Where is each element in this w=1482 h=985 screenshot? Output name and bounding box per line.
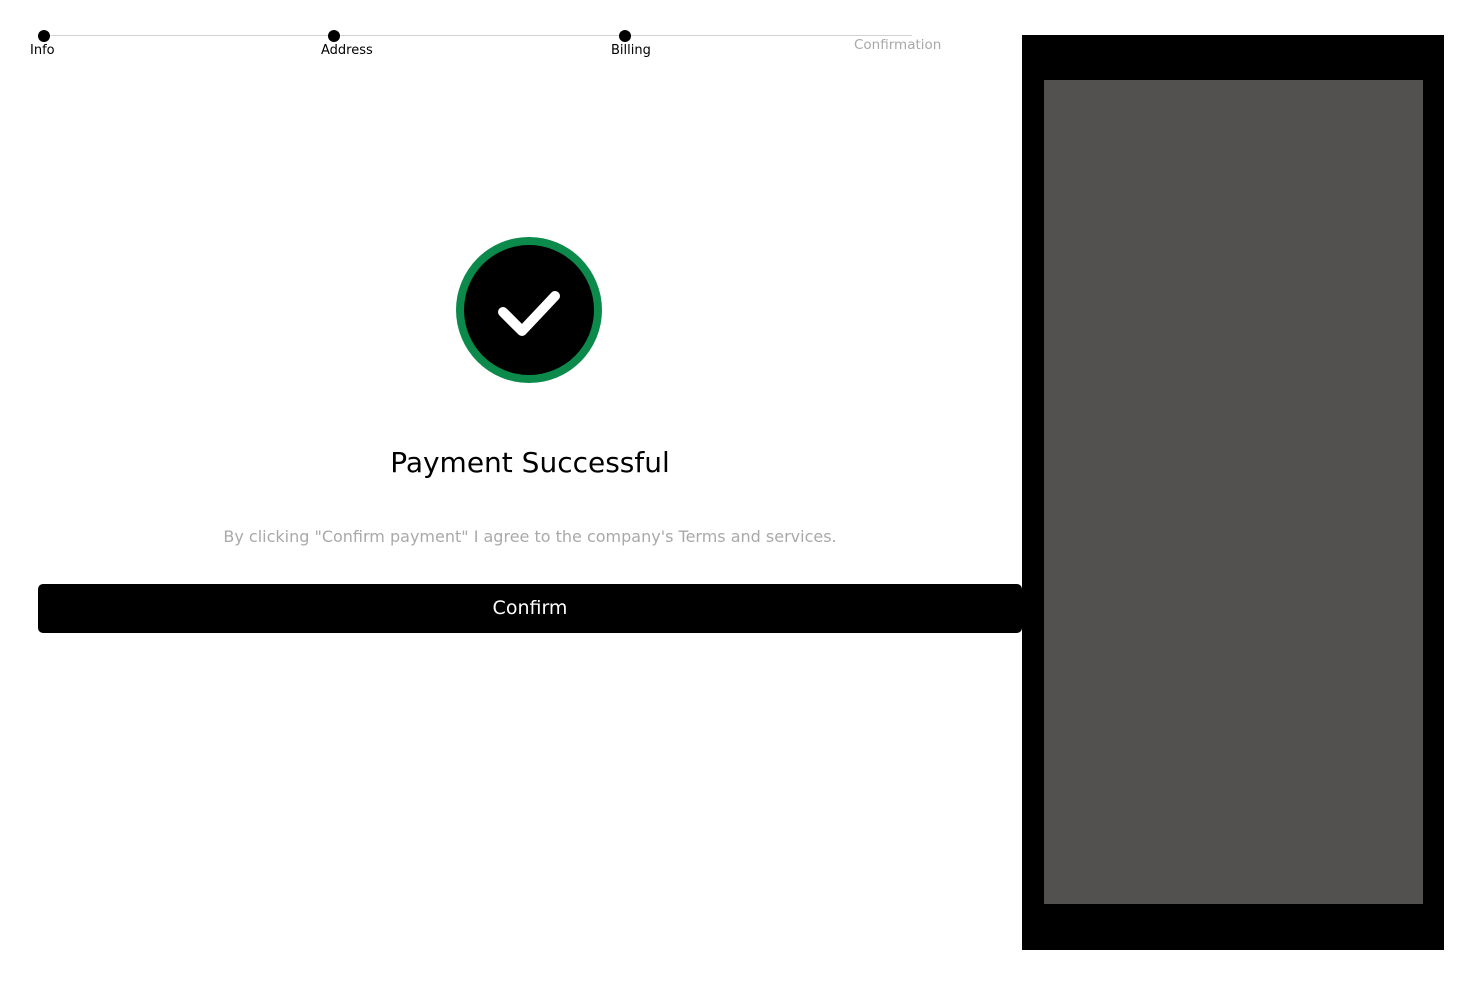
page-title: Payment Successful [390, 446, 670, 479]
step-billing-label[interactable]: Billing [611, 43, 651, 59]
step-confirmation-label: Confirmation [854, 37, 942, 53]
check-circle-icon [451, 232, 607, 388]
step-info-dot [38, 30, 50, 42]
checkout-stepper: Info Address Billing Confirmation [0, 0, 1000, 70]
step-address-label[interactable]: Address [321, 43, 373, 59]
stepper-track [44, 35, 912, 36]
step-address-dot [328, 30, 340, 42]
preview-screen [1044, 80, 1423, 904]
terms-notice: By clicking "Confirm payment" I agree to… [223, 527, 837, 546]
preview-panel [1022, 35, 1444, 950]
confirm-button[interactable]: Confirm [38, 584, 1022, 633]
step-billing-dot [619, 30, 631, 42]
step-info-label[interactable]: Info [30, 43, 55, 59]
